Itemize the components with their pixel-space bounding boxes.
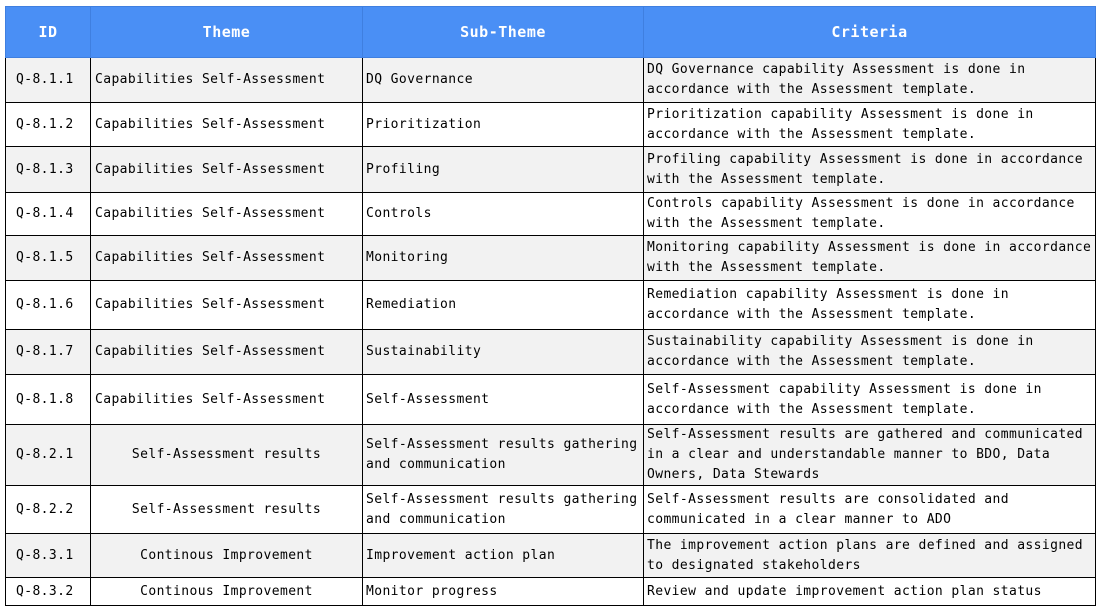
- criteria-table: ID Theme Sub-Theme Criteria Q-8.1.1 Capa…: [5, 6, 1096, 606]
- cell-theme: Capabilities Self-Assessment: [90, 102, 363, 147]
- table-row: Q-8.1.7 Capabilities Self-Assessment Sus…: [5, 329, 1096, 375]
- cell-id: Q-8.1.3: [5, 146, 91, 193]
- cell-sub-theme: Self-Assessment results gathering and co…: [362, 424, 644, 486]
- header-id: ID: [5, 6, 91, 58]
- cell-theme: Capabilities Self-Assessment: [90, 280, 363, 330]
- cell-sub-theme: Monitoring: [362, 235, 644, 281]
- cell-theme: Self-Assessment results: [90, 485, 363, 534]
- cell-criteria: The improvement action plans are defined…: [643, 533, 1096, 578]
- cell-sub-theme: Prioritization: [362, 102, 644, 147]
- cell-id: Q-8.1.7: [5, 329, 91, 375]
- table-row: Q-8.1.1 Capabilities Self-Assessment DQ …: [5, 57, 1096, 103]
- cell-sub-theme: Profiling: [362, 146, 644, 193]
- cell-id: Q-8.2.2: [5, 485, 91, 534]
- table-row: Q-8.2.1 Self-Assessment results Self-Ass…: [5, 424, 1096, 486]
- cell-id: Q-8.1.6: [5, 280, 91, 330]
- table-row: Q-8.1.2 Capabilities Self-Assessment Pri…: [5, 102, 1096, 147]
- cell-id: Q-8.2.1: [5, 424, 91, 486]
- table-row: Q-8.1.5 Capabilities Self-Assessment Mon…: [5, 235, 1096, 281]
- cell-theme: Capabilities Self-Assessment: [90, 235, 363, 281]
- cell-sub-theme: Sustainability: [362, 329, 644, 375]
- header-criteria: Criteria: [643, 6, 1096, 58]
- table-row: Q-8.2.2 Self-Assessment results Self-Ass…: [5, 485, 1096, 534]
- cell-theme: Capabilities Self-Assessment: [90, 192, 363, 236]
- cell-theme: Capabilities Self-Assessment: [90, 57, 363, 103]
- cell-criteria: Sustainability capability Assessment is …: [643, 329, 1096, 375]
- table-row: Q-8.1.8 Capabilities Self-Assessment Sel…: [5, 374, 1096, 425]
- cell-theme: Continous Improvement: [90, 577, 363, 606]
- cell-id: Q-8.3.1: [5, 533, 91, 578]
- table-row: Q-8.3.1 Continous Improvement Improvemen…: [5, 533, 1096, 578]
- cell-criteria: Monitoring capability Assessment is done…: [643, 235, 1096, 281]
- cell-id: Q-8.1.1: [5, 57, 91, 103]
- cell-sub-theme: Controls: [362, 192, 644, 236]
- table-row: Q-8.1.6 Capabilities Self-Assessment Rem…: [5, 280, 1096, 330]
- cell-criteria: Remediation capability Assessment is don…: [643, 280, 1096, 330]
- cell-criteria: Controls capability Assessment is done i…: [643, 192, 1096, 236]
- cell-theme: Capabilities Self-Assessment: [90, 146, 363, 193]
- cell-id: Q-8.1.4: [5, 192, 91, 236]
- table-row: Q-8.1.4 Capabilities Self-Assessment Con…: [5, 192, 1096, 236]
- cell-id: Q-8.1.8: [5, 374, 91, 425]
- cell-theme: Self-Assessment results: [90, 424, 363, 486]
- cell-sub-theme: Remediation: [362, 280, 644, 330]
- header-row: ID Theme Sub-Theme Criteria: [5, 6, 1096, 58]
- cell-criteria: Self-Assessment results are gathered and…: [643, 424, 1096, 486]
- cell-sub-theme: Improvement action plan: [362, 533, 644, 578]
- cell-id: Q-8.1.2: [5, 102, 91, 147]
- header-theme: Theme: [90, 6, 363, 58]
- cell-sub-theme: DQ Governance: [362, 57, 644, 103]
- cell-id: Q-8.3.2: [5, 577, 91, 606]
- header-sub-theme: Sub-Theme: [362, 6, 644, 58]
- cell-criteria: Self-Assessment results are consolidated…: [643, 485, 1096, 534]
- cell-id: Q-8.1.5: [5, 235, 91, 281]
- cell-theme: Capabilities Self-Assessment: [90, 374, 363, 425]
- cell-sub-theme: Self-Assessment: [362, 374, 644, 425]
- cell-criteria: Self-Assessment capability Assessment is…: [643, 374, 1096, 425]
- cell-theme: Continous Improvement: [90, 533, 363, 578]
- cell-criteria: Prioritization capability Assessment is …: [643, 102, 1096, 147]
- table-row: Q-8.3.2 Continous Improvement Monitor pr…: [5, 577, 1096, 606]
- cell-criteria: Review and update improvement action pla…: [643, 577, 1096, 606]
- cell-criteria: Profiling capability Assessment is done …: [643, 146, 1096, 193]
- table-row: Q-8.1.3 Capabilities Self-Assessment Pro…: [5, 146, 1096, 193]
- cell-theme: Capabilities Self-Assessment: [90, 329, 363, 375]
- cell-criteria: DQ Governance capability Assessment is d…: [643, 57, 1096, 103]
- cell-sub-theme: Monitor progress: [362, 577, 644, 606]
- cell-sub-theme: Self-Assessment results gathering and co…: [362, 485, 644, 534]
